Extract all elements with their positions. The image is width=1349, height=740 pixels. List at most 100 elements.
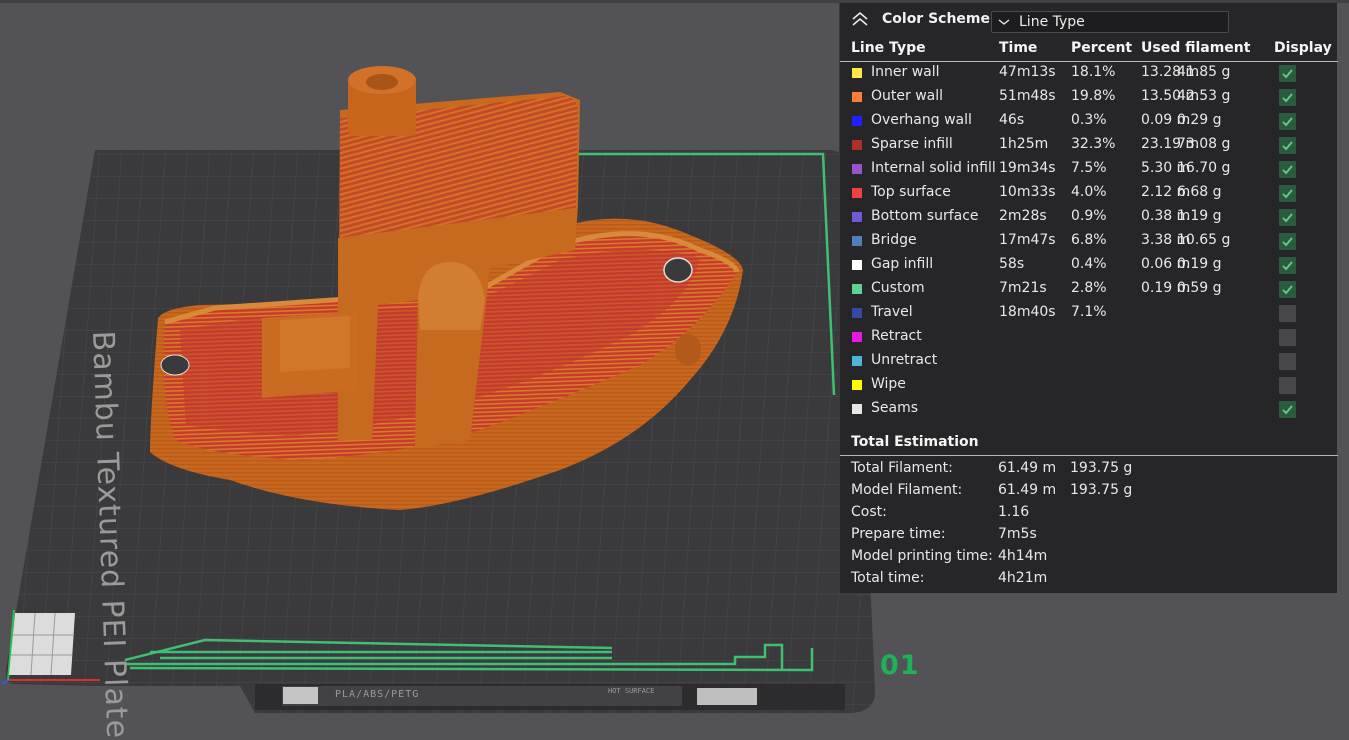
total-label: Model Filament: [851,482,963,498]
display-checkbox[interactable] [1279,257,1296,274]
line-type-weight: 10.65 g [1177,232,1231,248]
line-type-time: 51m48s [999,88,1056,104]
color-swatch [852,236,862,246]
color-swatch [852,140,862,150]
legend-row[interactable]: Retract [840,326,1338,350]
view-cube[interactable] [9,611,75,677]
color-swatch [852,404,862,414]
color-scheme-value: Line Type [1019,14,1085,30]
legend-header: Color Scheme Line Type [840,3,1338,37]
color-swatch [852,356,862,366]
check-icon [1282,69,1293,79]
display-checkbox[interactable] [1279,329,1296,346]
check-icon [1282,405,1293,415]
total-label: Total Filament: [851,460,953,476]
line-type-percent: 6.8% [1071,232,1107,248]
check-icon [1282,237,1293,247]
color-swatch [852,212,862,222]
legend-row[interactable]: Sparse infill 1h25m 32.3% 23.19 m 73.08 g [840,134,1338,158]
total-value: 61.49 m [998,460,1057,476]
line-type-name: Inner wall [871,64,940,80]
legend-title: Color Scheme [882,11,991,27]
display-checkbox[interactable] [1279,65,1296,82]
legend-row[interactable]: Wipe [840,374,1338,398]
legend-row[interactable]: Seams [840,398,1338,422]
total-value: 7m5s [998,526,1037,542]
total-value: 4h14m [998,548,1048,564]
legend-row[interactable]: Top surface 10m33s 4.0% 2.12 m 6.68 g [840,182,1338,206]
total-weight: 193.75 g [1070,460,1133,476]
check-icon [1282,261,1293,271]
line-type-time: 58s [999,256,1025,272]
line-type-time: 1h25m [999,136,1049,152]
legend-row[interactable]: Bridge 17m47s 6.8% 3.38 m 10.65 g [840,230,1338,254]
plate-number[interactable]: 01 [880,650,920,681]
color-swatch [852,332,862,342]
color-scheme-select[interactable]: Line Type [991,11,1229,33]
legend-row[interactable]: Unretract [840,350,1338,374]
legend-row[interactable]: Internal solid infill 19m34s 7.5% 5.30 m 16.… [840,158,1338,182]
total-row: Model printing time: 4h14m [840,548,1338,570]
total-row: Total Filament: 61.49 m 193.75 g [840,460,1338,482]
col-header-time: Time [999,40,1038,56]
display-checkbox[interactable] [1279,281,1296,298]
col-header-percent: Percent [1071,40,1133,56]
line-type-weight: 1.19 g [1177,208,1222,224]
line-type-percent: 0.4% [1071,256,1107,272]
display-checkbox[interactable] [1279,233,1296,250]
collapse-icon[interactable] [850,10,870,28]
line-type-name: Travel [871,304,913,320]
line-type-name: Bridge [871,232,917,248]
col-header-used-filament: Used filament [1141,40,1251,56]
line-type-weight: 6.68 g [1177,184,1222,200]
color-swatch [852,284,862,294]
line-type-name: Gap infill [871,256,934,272]
line-type-name: Outer wall [871,88,944,104]
line-type-percent: 7.1% [1071,304,1107,320]
legend-row[interactable]: Outer wall 51m48s 19.8% 13.50 m 42.53 g [840,86,1338,110]
legend-row[interactable]: Overhang wall 46s 0.3% 0.09 m 0.29 g [840,110,1338,134]
legend-row[interactable]: Custom 7m21s 2.8% 0.19 m 0.59 g [840,278,1338,302]
line-type-name: Sparse infill [871,136,953,152]
line-type-percent: 0.9% [1071,208,1107,224]
legend-row[interactable]: Travel 18m40s 7.1% [840,302,1338,326]
plate-filament-tag: PLA/ABS/PETG [335,689,420,700]
display-checkbox[interactable] [1279,353,1296,370]
line-type-time: 17m47s [999,232,1056,248]
display-checkbox[interactable] [1279,89,1296,106]
display-checkbox[interactable] [1279,377,1296,394]
display-checkbox[interactable] [1279,209,1296,226]
line-type-name: Retract [871,328,922,344]
legend-row[interactable]: Inner wall 47m13s 18.1% 13.28 m 41.85 g [840,62,1338,86]
line-type-weight: 73.08 g [1177,136,1231,152]
total-label: Model printing time: [851,548,993,564]
check-icon [1282,189,1293,199]
color-swatch [852,68,862,78]
display-checkbox[interactable] [1279,401,1296,418]
display-checkbox[interactable] [1279,137,1296,154]
display-checkbox[interactable] [1279,185,1296,202]
total-row: Prepare time: 7m5s [840,526,1338,548]
hot-surface-tag: HOT SURFACE [608,687,655,695]
display-checkbox[interactable] [1279,305,1296,322]
line-type-name: Top surface [871,184,951,200]
total-row: Model Filament: 61.49 m 193.75 g [840,482,1338,504]
display-checkbox[interactable] [1279,161,1296,178]
legend-row[interactable]: Bottom surface 2m28s 0.9% 0.38 m 1.19 g [840,206,1338,230]
chevron-down-icon [998,19,1010,25]
color-swatch [852,380,862,390]
line-type-name: Custom [871,280,925,296]
line-type-weight: 0.59 g [1177,280,1222,296]
total-row: Total time: 4h21m [840,570,1338,592]
display-checkbox[interactable] [1279,113,1296,130]
line-type-percent: 32.3% [1071,136,1116,152]
color-swatch [852,188,862,198]
line-type-name: Seams [871,400,919,416]
line-type-name: Unretract [871,352,938,368]
legend-row[interactable]: Gap infill 58s 0.4% 0.06 m 0.19 g [840,254,1338,278]
total-value: 61.49 m [998,482,1057,498]
total-label: Cost: [851,504,887,520]
color-swatch [852,92,862,102]
line-type-percent: 18.1% [1071,64,1116,80]
check-icon [1282,165,1293,175]
